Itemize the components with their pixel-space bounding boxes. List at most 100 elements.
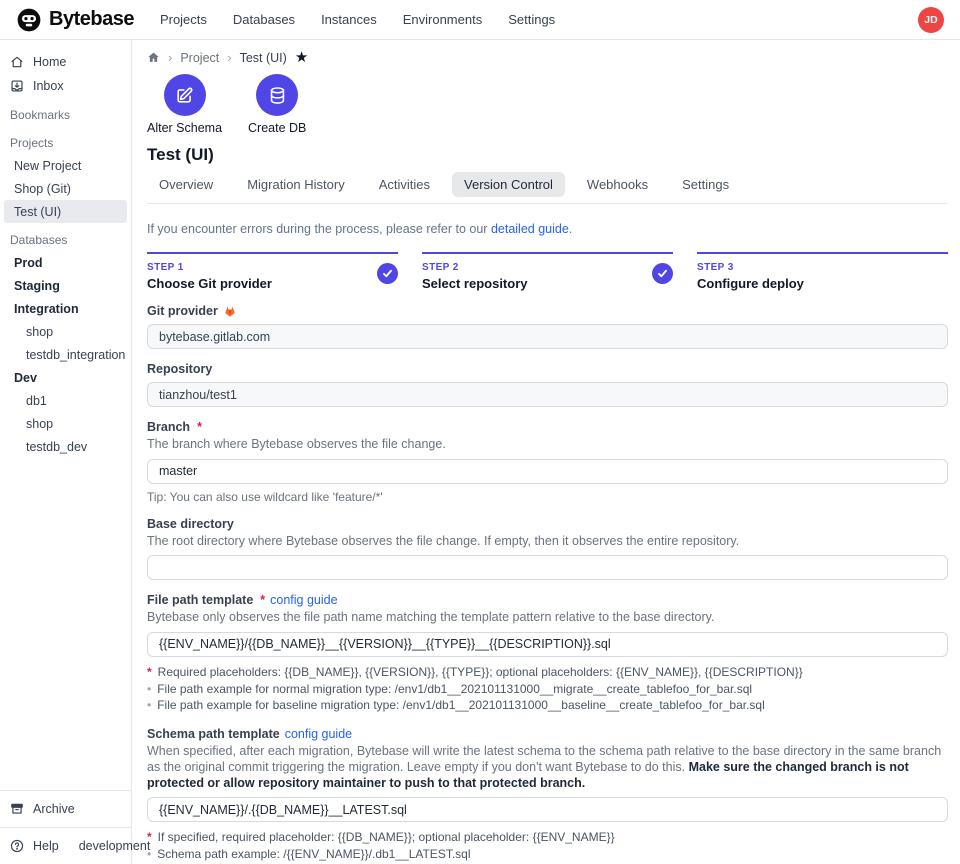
schema-path-template-field: Schema path template config guide When s…: [147, 727, 948, 862]
nav-databases[interactable]: Databases: [233, 12, 295, 27]
tab-activities[interactable]: Activities: [367, 172, 442, 197]
file-path-template-notes: *Required placeholders: {{DB_NAME}}, {{V…: [147, 664, 948, 714]
sidebar-db-db1[interactable]: db1: [4, 389, 127, 412]
file-path-template-input[interactable]: [147, 632, 948, 657]
note-marker: •: [147, 697, 151, 714]
sidebar-item-help[interactable]: Help: [4, 834, 65, 858]
file-path-config-guide-link[interactable]: config guide: [270, 593, 337, 607]
bookmark-star-icon[interactable]: ★: [295, 50, 308, 65]
nav-settings[interactable]: Settings: [508, 12, 555, 27]
create-db-button[interactable]: Create DB: [248, 74, 306, 135]
note-text: File path example for baseline migration…: [157, 697, 765, 714]
breadcrumb-current: Test (UI): [240, 51, 287, 65]
page-title: Test (UI): [147, 145, 948, 165]
help-icon: [10, 839, 24, 853]
file-path-template-field: File path template * config guide Bytebas…: [147, 593, 948, 714]
sidebar-item-label: Home: [33, 55, 66, 69]
step-3-configure-deploy[interactable]: STEP 3 Configure deploy: [697, 252, 948, 291]
notice-suffix: .: [569, 222, 572, 236]
step-title: Select repository: [422, 276, 673, 291]
notice-text: If you encounter errors during the proce…: [147, 222, 487, 236]
sidebar-env-integration[interactable]: Integration: [4, 297, 127, 320]
step-2-select-repository[interactable]: STEP 2 Select repository: [422, 252, 673, 291]
inbox-icon: [10, 79, 24, 93]
repository-label: Repository: [147, 362, 948, 376]
bytebase-logo-icon: [16, 7, 42, 33]
sidebar-env-dev[interactable]: Dev: [4, 366, 127, 389]
base-directory-field: Base directory The root directory where …: [147, 517, 948, 581]
nav-instances[interactable]: Instances: [321, 12, 377, 27]
alter-schema-button[interactable]: Alter Schema: [147, 74, 222, 135]
tab-version-control[interactable]: Version Control: [452, 172, 565, 197]
sidebar-env-staging[interactable]: Staging: [4, 274, 127, 297]
quick-action-label: Create DB: [248, 121, 306, 135]
repository-field: Repository: [147, 362, 948, 407]
sidebar-section-bookmarks: Bookmarks: [4, 98, 127, 126]
git-provider-label: Git provider: [147, 304, 948, 318]
step-1-choose-git-provider[interactable]: STEP 1 Choose Git provider: [147, 252, 398, 291]
nav-environments[interactable]: Environments: [403, 12, 482, 27]
sidebar: Home Inbox Bookmarks Projects New Projec…: [0, 40, 132, 864]
field-label-text: Schema path template: [147, 727, 280, 741]
sidebar-item-inbox[interactable]: Inbox: [4, 74, 127, 98]
gitlab-icon: [223, 305, 237, 318]
note-item: • File path example for baseline migratio…: [147, 697, 948, 714]
tab-overview[interactable]: Overview: [147, 172, 225, 197]
sidebar-item-label: Archive: [33, 802, 75, 816]
field-label-text: Branch: [147, 420, 190, 434]
branch-input[interactable]: [147, 459, 948, 484]
sidebar-section-databases: Databases: [4, 223, 127, 251]
note-item: *Required placeholders: {{DB_NAME}}, {{V…: [147, 664, 948, 681]
sidebar-env-prod[interactable]: Prod: [4, 251, 127, 274]
schema-path-config-guide-link[interactable]: config guide: [285, 727, 352, 741]
git-provider-field: Git provider: [147, 304, 948, 349]
note-text: Schema path example: /{{ENV_NAME}}/.db1_…: [157, 846, 470, 863]
step-title: Configure deploy: [697, 276, 948, 291]
sidebar-item-label: Help: [33, 839, 59, 853]
tab-settings[interactable]: Settings: [670, 172, 741, 197]
note-item: *If specified, required placeholder: {{D…: [147, 829, 948, 846]
repository-input[interactable]: [147, 382, 948, 407]
schema-path-template-input[interactable]: [147, 797, 948, 822]
step-number: STEP 3: [697, 262, 948, 273]
check-circle-icon: [377, 263, 398, 284]
note-item: •Schema path example: /{{ENV_NAME}}/.db1…: [147, 846, 948, 863]
note-text: File path example for normal migration t…: [157, 681, 752, 698]
file-path-template-description: Bytebase only observes the file path nam…: [147, 610, 948, 626]
sidebar-db-shop-integration[interactable]: shop: [4, 320, 127, 343]
base-directory-input[interactable]: [147, 555, 948, 580]
tab-bar: Overview Migration History Activities Ve…: [147, 172, 948, 204]
sidebar-item-test-ui[interactable]: Test (UI): [4, 200, 127, 223]
git-provider-input[interactable]: [147, 324, 948, 349]
note-text: Required placeholders: {{DB_NAME}}, {{VE…: [158, 664, 803, 681]
sidebar-item-archive[interactable]: Archive: [4, 797, 127, 821]
field-label-text: Git provider: [147, 304, 218, 318]
required-asterisk: *: [260, 593, 265, 607]
sidebar-db-testdb-integration[interactable]: testdb_integration: [4, 343, 127, 366]
tab-webhooks[interactable]: Webhooks: [575, 172, 660, 197]
nav-projects[interactable]: Projects: [160, 12, 207, 27]
topnav-links: Projects Databases Instances Environment…: [160, 12, 918, 27]
detailed-guide-link[interactable]: detailed guide: [491, 222, 569, 236]
sidebar-section-projects: Projects: [4, 126, 127, 154]
field-label-text: File path template: [147, 593, 253, 607]
tab-migration-history[interactable]: Migration History: [235, 172, 357, 197]
sidebar-item-home[interactable]: Home: [4, 50, 127, 74]
breadcrumb-project[interactable]: Project: [180, 51, 219, 65]
archive-icon: [10, 802, 24, 816]
step-title: Choose Git provider: [147, 276, 398, 291]
breadcrumb-home-icon[interactable]: [147, 51, 160, 64]
sidebar-item-label: Inbox: [33, 79, 64, 93]
sidebar-item-shop-git[interactable]: Shop (Git): [4, 177, 127, 200]
user-avatar[interactable]: JD: [918, 7, 944, 33]
sidebar-db-shop-dev[interactable]: shop: [4, 412, 127, 435]
brand-name: Bytebase: [49, 8, 134, 31]
sidebar-db-testdb-dev[interactable]: testdb_dev: [4, 435, 127, 458]
top-navbar: Bytebase Projects Databases Instances En…: [0, 0, 960, 40]
home-icon: [10, 55, 24, 69]
bytebase-logo[interactable]: Bytebase: [16, 7, 134, 33]
sidebar-item-new-project[interactable]: New Project: [4, 154, 127, 177]
field-label-text: Repository: [147, 362, 212, 376]
error-notice: If you encounter errors during the proce…: [147, 222, 948, 236]
branch-tip: Tip: You can also use wildcard like 'fea…: [147, 490, 948, 504]
